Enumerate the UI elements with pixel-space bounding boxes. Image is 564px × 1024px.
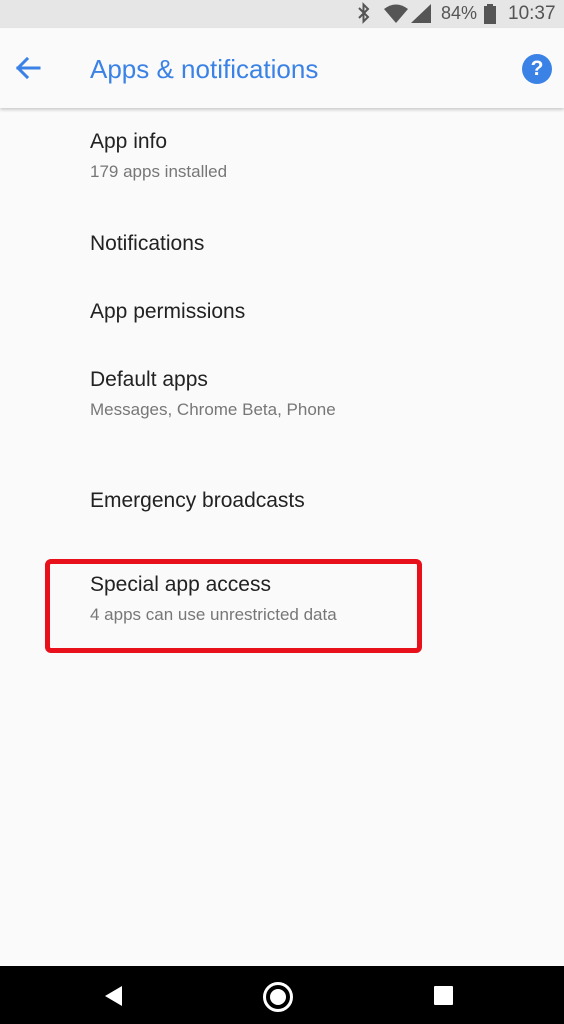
app-permissions-item[interactable]: App permissions: [90, 299, 530, 325]
status-bar: 84% 10:37: [0, 0, 564, 28]
nav-back-icon[interactable]: [105, 986, 122, 1006]
highlight-box: [45, 559, 422, 653]
arrow-left-icon: [15, 56, 41, 80]
bluetooth-icon: [358, 2, 370, 24]
default-apps-subtitle: Messages, Chrome Beta, Phone: [90, 400, 336, 419]
cell-signal-icon: [411, 4, 431, 23]
nav-home-icon[interactable]: [263, 982, 293, 1012]
app-info-item[interactable]: App info 179 apps installed: [90, 129, 530, 182]
app-bar: Apps & notifications ?: [0, 28, 564, 108]
default-apps-title: Default apps: [90, 368, 208, 391]
help-button[interactable]: ?: [522, 54, 552, 84]
back-button[interactable]: [10, 50, 46, 86]
wifi-icon: [384, 4, 408, 23]
battery-icon: [484, 4, 496, 24]
emergency-broadcasts-title: Emergency broadcasts: [90, 489, 305, 512]
emergency-broadcasts-item[interactable]: Emergency broadcasts: [90, 488, 530, 514]
battery-percentage: 84%: [441, 3, 478, 23]
app-permissions-title: App permissions: [90, 300, 246, 323]
nav-recents-icon[interactable]: [434, 986, 453, 1005]
status-clock: 10:37: [508, 3, 556, 24]
page-title: Apps & notifications: [90, 54, 319, 84]
default-apps-item[interactable]: Default apps Messages, Chrome Beta, Phon…: [90, 367, 530, 420]
navigation-bar: [0, 966, 564, 1024]
notifications-item[interactable]: Notifications: [90, 231, 530, 257]
help-icon: ?: [530, 57, 544, 80]
app-info-subtitle: 179 apps installed: [90, 162, 228, 181]
notifications-title: Notifications: [90, 232, 205, 255]
app-info-title: App info: [90, 130, 168, 153]
